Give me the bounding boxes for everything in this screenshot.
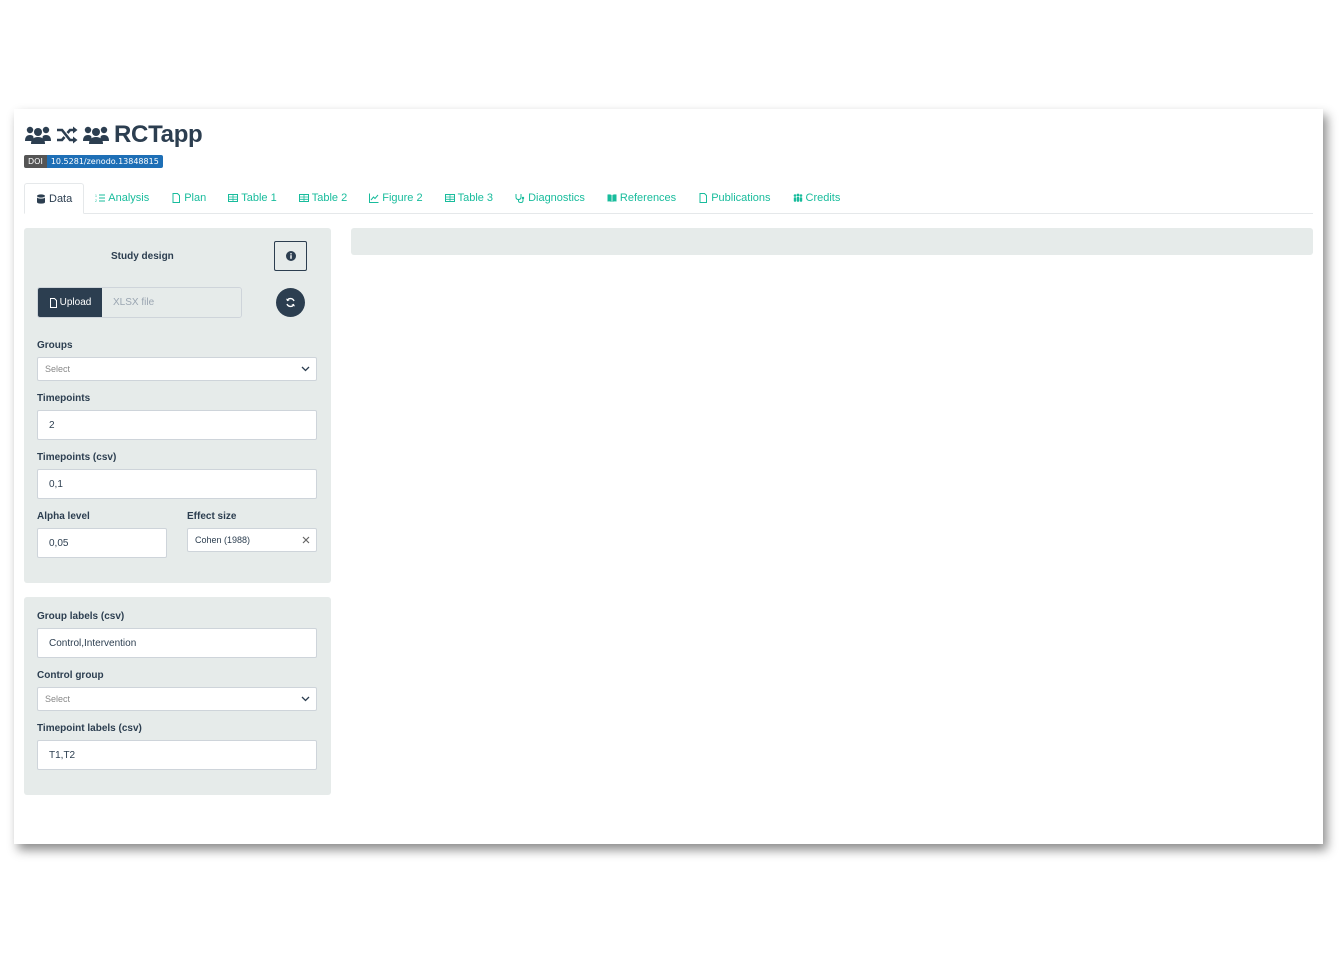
tab-table-3[interactable]: Table 3 bbox=[434, 183, 504, 213]
info-button[interactable] bbox=[274, 241, 307, 271]
chevron-down-icon bbox=[301, 696, 310, 702]
table-icon bbox=[298, 194, 309, 202]
table-icon bbox=[228, 194, 239, 202]
tab-label: Data bbox=[49, 192, 73, 205]
group-labels-label: Group labels (csv) bbox=[37, 611, 125, 622]
timepoints-csv-label: Timepoints (csv) bbox=[37, 452, 117, 463]
nav-tabs: Data 12 Analysis Plan Table 1 Table 2 Fi… bbox=[24, 183, 1313, 214]
upload-button-label: Upload bbox=[59, 297, 92, 308]
tab-analysis[interactable]: 12 Analysis bbox=[84, 183, 160, 213]
alpha-level-label: Alpha level bbox=[37, 511, 90, 522]
tab-label: Figure 2 bbox=[382, 192, 423, 204]
control-group-label: Control group bbox=[37, 670, 104, 681]
tab-label: Diagnostics bbox=[528, 192, 585, 204]
tab-credits[interactable]: Credits bbox=[782, 183, 852, 213]
timepoint-labels-input[interactable]: T1,T2 bbox=[37, 740, 317, 770]
tab-figure-2[interactable]: Figure 2 bbox=[358, 183, 433, 213]
effect-size-label: Effect size bbox=[187, 511, 237, 522]
table-icon bbox=[444, 194, 455, 202]
file-name-field[interactable]: XLSX file bbox=[102, 288, 241, 317]
chevron-down-icon bbox=[301, 366, 310, 372]
doi-badge[interactable]: DOI 10.5281/zenodo.13848815 bbox=[24, 155, 163, 168]
timepoints-csv-input[interactable]: 0,1 bbox=[37, 469, 317, 499]
tab-label: Plan bbox=[184, 192, 207, 204]
timepoint-labels-label: Timepoint labels (csv) bbox=[37, 723, 142, 734]
tab-label: Publications bbox=[711, 192, 771, 204]
doi-badge-value: 10.5281/zenodo.13848815 bbox=[46, 155, 163, 168]
book-icon bbox=[607, 194, 617, 202]
control-group-select[interactable]: Select bbox=[37, 687, 317, 711]
tab-data[interactable]: Data bbox=[24, 183, 85, 214]
database-icon bbox=[37, 193, 45, 204]
alpha-level-input[interactable]: 0,05 bbox=[37, 528, 167, 558]
refresh-icon bbox=[286, 297, 295, 308]
tab-label: Table 3 bbox=[457, 192, 494, 204]
file-icon bbox=[49, 297, 57, 308]
effect-size-value: Cohen (1988) bbox=[195, 535, 251, 545]
line-chart-icon bbox=[369, 193, 379, 203]
tab-label: Table 2 bbox=[311, 192, 348, 204]
users-icon bbox=[83, 126, 109, 144]
refresh-button[interactable] bbox=[276, 288, 305, 317]
app-header: RCTapp bbox=[24, 121, 203, 149]
labels-panel: Group labels (csv) Control,Intervention … bbox=[24, 597, 331, 795]
upload-button[interactable]: Upload bbox=[38, 288, 102, 317]
tab-publications[interactable]: Publications bbox=[687, 183, 781, 213]
control-group-select-value: Select bbox=[45, 694, 71, 704]
stethoscope-icon bbox=[515, 194, 525, 203]
shuffle-icon bbox=[57, 126, 78, 144]
tab-table-2[interactable]: Table 2 bbox=[288, 183, 358, 213]
info-circle-icon bbox=[285, 251, 296, 261]
effect-size-select[interactable]: Cohen (1988) bbox=[187, 528, 317, 552]
groups-select-value: Select bbox=[45, 364, 71, 374]
people-icon bbox=[793, 193, 802, 202]
file-icon bbox=[699, 193, 708, 203]
users-icon bbox=[25, 126, 51, 144]
file-upload[interactable]: Upload XLSX file bbox=[37, 287, 242, 318]
tab-label: Analysis bbox=[108, 192, 150, 204]
clear-icon[interactable] bbox=[302, 536, 310, 544]
app-window: RCTapp DOI 10.5281/zenodo.13848815 Data … bbox=[14, 109, 1323, 844]
file-icon bbox=[172, 193, 181, 203]
svg-text:2: 2 bbox=[95, 199, 97, 203]
tab-label: Credits bbox=[805, 192, 841, 204]
timepoints-label: Timepoints bbox=[37, 393, 91, 404]
groups-select[interactable]: Select bbox=[37, 357, 317, 381]
doi-badge-key: DOI bbox=[24, 155, 47, 168]
main-content-bar bbox=[351, 228, 1313, 255]
tab-diagnostics[interactable]: Diagnostics bbox=[504, 183, 596, 213]
tab-references[interactable]: References bbox=[596, 183, 687, 213]
svg-text:1: 1 bbox=[95, 194, 97, 198]
app-title: RCTapp bbox=[114, 121, 203, 148]
group-labels-input[interactable]: Control,Intervention bbox=[37, 628, 317, 658]
tab-table-1[interactable]: Table 1 bbox=[217, 183, 287, 213]
study-design-panel: Study design Upload XLSX file Groups Sel… bbox=[24, 228, 331, 583]
tab-label: Table 1 bbox=[241, 192, 277, 204]
timepoints-input[interactable]: 2 bbox=[37, 410, 317, 440]
groups-label: Groups bbox=[37, 340, 73, 351]
tab-plan[interactable]: Plan bbox=[160, 183, 217, 213]
tab-label: References bbox=[619, 192, 677, 204]
list-ol-icon: 12 bbox=[95, 194, 106, 203]
study-design-heading: Study design bbox=[111, 251, 174, 262]
